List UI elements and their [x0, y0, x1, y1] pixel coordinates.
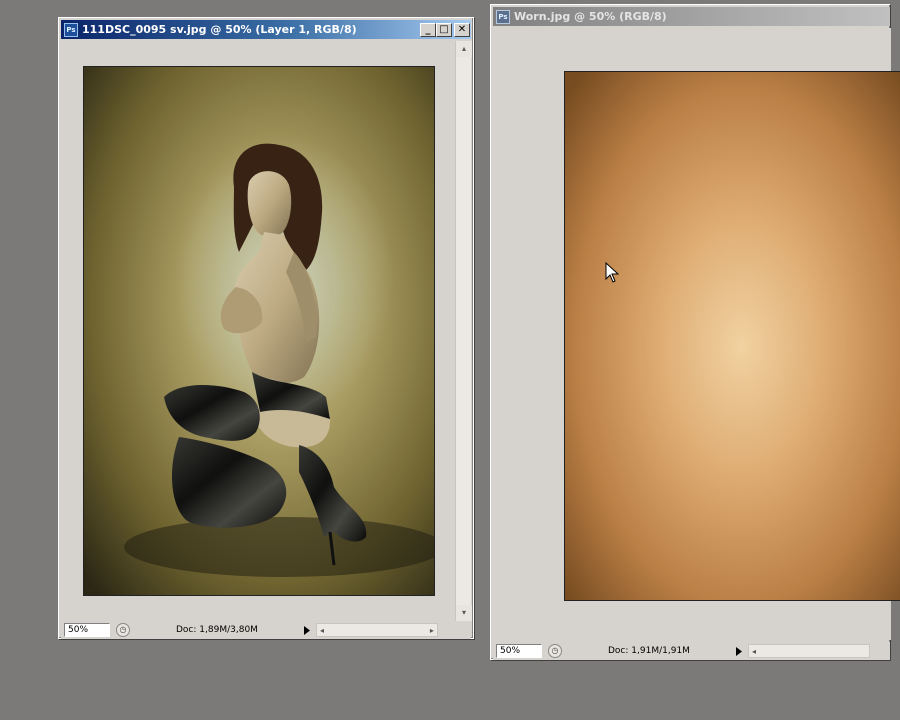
status-menu-triangle-icon[interactable] [302, 623, 312, 637]
horizontal-scrollbar[interactable]: ◂ ▸ [315, 623, 438, 637]
status-bar: 50% ◷ Doc: 1,91M/1,91M ◂ [493, 642, 890, 660]
canvas-area[interactable] [61, 41, 455, 621]
title-bar[interactable]: Ps 111DSC_0095 sv.jpg @ 50% (Layer 1, RG… [61, 20, 471, 39]
close-button[interactable]: ✕ [454, 22, 470, 37]
document-window-portrait[interactable]: Ps 111DSC_0095 sv.jpg @ 50% (Layer 1, RG… [58, 17, 474, 639]
status-info-icon[interactable]: ◷ [548, 644, 562, 658]
document-size-info: Doc: 1,91M/1,91M [608, 646, 690, 656]
horizontal-scrollbar[interactable]: ◂ [747, 644, 870, 658]
canvas-area[interactable] [493, 28, 900, 640]
window-title: Worn.jpg @ 50% (RGB/8) [514, 10, 667, 23]
document-window-texture[interactable]: Ps Worn.jpg @ 50% (RGB/8) 50% ◷ Doc: 1,9… [490, 4, 900, 660]
document-size-info: Doc: 1,89M/3,80M [176, 625, 258, 635]
minimize-button[interactable]: _ [420, 22, 436, 37]
photoshop-icon: Ps [496, 9, 510, 24]
doc-label: Doc: [176, 625, 197, 635]
worn-texture-image [564, 71, 900, 601]
doc-size-value: 1,91M/1,91M [631, 646, 690, 656]
scroll-left-arrow[interactable]: ◂ [317, 626, 324, 635]
maximize-button[interactable]: □ [436, 22, 452, 37]
scroll-down-arrow[interactable]: ▾ [456, 605, 472, 621]
doc-label: Doc: [608, 646, 629, 656]
portrait-photo [83, 66, 435, 596]
scroll-right-arrow[interactable]: ▸ [430, 626, 437, 635]
status-info-icon[interactable]: ◷ [116, 623, 130, 637]
doc-size-value: 1,89M/3,80M [199, 625, 258, 635]
scroll-up-arrow[interactable]: ▴ [456, 41, 472, 57]
zoom-level-field[interactable]: 50% [496, 644, 542, 658]
scroll-left-arrow[interactable]: ◂ [749, 647, 756, 656]
photoshop-icon: Ps [64, 22, 78, 37]
vertical-scrollbar[interactable]: ▴ ▾ [455, 41, 472, 621]
status-menu-triangle-icon[interactable] [734, 644, 744, 658]
status-bar: 50% ◷ Doc: 1,89M/3,80M ◂ ▸ [61, 621, 471, 639]
title-bar[interactable]: Ps Worn.jpg @ 50% (RGB/8) [493, 7, 890, 26]
window-title: 111DSC_0095 sv.jpg @ 50% (Layer 1, RGB/8… [82, 23, 357, 36]
mouse-pointer-icon [605, 261, 620, 288]
zoom-level-field[interactable]: 50% [64, 623, 110, 637]
